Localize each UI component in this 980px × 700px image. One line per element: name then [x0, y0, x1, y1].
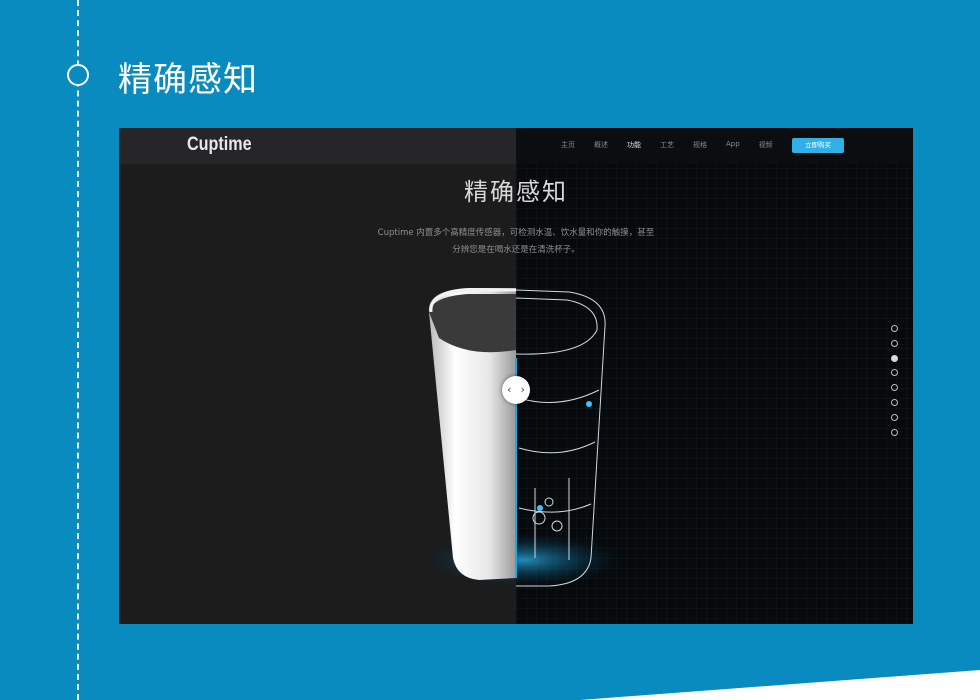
site-logo[interactable]: Cuptime [187, 134, 252, 156]
site-navbar: Cuptime 主页 概述 功能 工艺 规格 App 视频 立即购买 [119, 128, 913, 164]
pager-dot[interactable] [891, 398, 898, 406]
nav-item-craft[interactable]: 工艺 [660, 140, 674, 150]
section-title: 精确感知 [118, 60, 258, 100]
hero-description-line-2: 分辨您是在喝水还是在清洗杯子。 [452, 245, 580, 255]
nav-item-app[interactable]: App [726, 140, 740, 150]
pager-dot[interactable] [891, 369, 898, 377]
pager-dot-active[interactable] [891, 354, 898, 362]
hero-title: 精确感知 [464, 178, 568, 206]
nav-item-home[interactable]: 主页 [561, 140, 575, 150]
pager-dot[interactable] [891, 339, 898, 347]
buy-now-button[interactable]: 立即购买 [792, 138, 844, 153]
section-pager [891, 325, 898, 443]
website-screenshot: Cuptime 主页 概述 功能 工艺 规格 App 视频 立即购买 精确感知 … [119, 128, 913, 624]
cup-product-image [414, 288, 634, 590]
corner-decoration [580, 670, 980, 700]
nav-item-overview[interactable]: 概述 [594, 140, 608, 150]
hero-description: Cuptime 内置多个高精度传感器，可检测水温、饮水量和你的触摸，甚至 分辨您… [366, 225, 666, 259]
timeline-dashed-line [77, 0, 79, 700]
hero-description-line-1: Cuptime 内置多个高精度传感器，可检测水温、饮水量和你的触摸，甚至 [377, 228, 655, 238]
chevron-left-right-icon: ‹ › [506, 383, 526, 396]
nav-item-specs[interactable]: 规格 [693, 140, 707, 150]
nav-menu: 主页 概述 功能 工艺 规格 App 视频 [561, 140, 792, 150]
nav-item-features[interactable]: 功能 [627, 140, 641, 150]
pager-dot[interactable] [891, 413, 898, 421]
timeline-circle-icon [67, 64, 89, 86]
pager-dot[interactable] [891, 325, 898, 332]
nav-item-video[interactable]: 视频 [759, 140, 773, 150]
pager-dot[interactable] [891, 384, 898, 392]
pager-dot[interactable] [891, 428, 898, 436]
compare-slider-handle[interactable]: ‹ › [502, 376, 530, 404]
